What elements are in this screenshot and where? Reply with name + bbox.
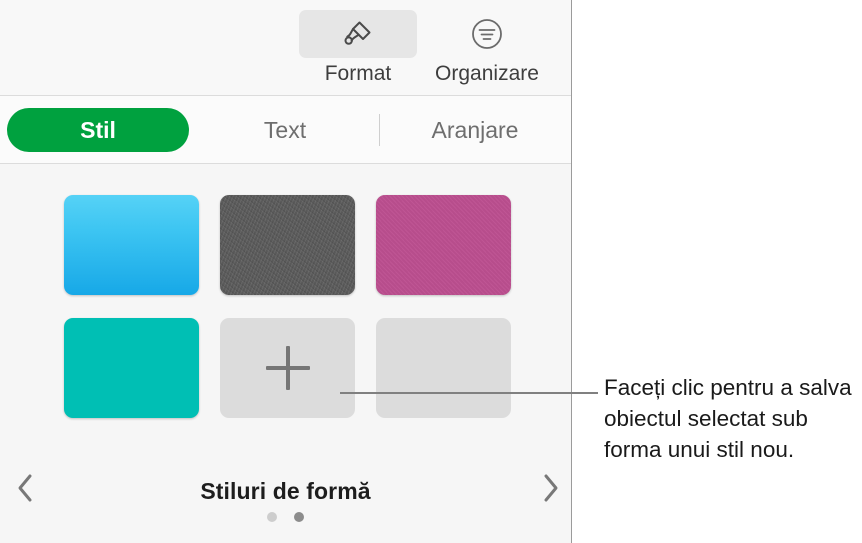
arrange-align-icon: [428, 10, 546, 58]
page-dot-2[interactable]: [294, 512, 304, 522]
shape-styles-section: Stiluri de formă: [0, 165, 571, 543]
tab-stil[interactable]: Stil: [7, 108, 189, 152]
tab-text[interactable]: Text: [196, 108, 374, 152]
callout-text: Faceți clic pentru a salva obiectul sele…: [604, 375, 852, 462]
shape-styles-grid: [64, 195, 512, 441]
page-dot-1[interactable]: [267, 512, 277, 522]
format-inspector-panel: Format Organizare Stil Text Aranjare Sti…: [0, 0, 572, 543]
style-swatch-teal[interactable]: [64, 318, 199, 418]
inspector-toolbar: Format Organizare: [0, 0, 571, 96]
add-style-button[interactable]: [220, 318, 355, 418]
plus-icon: [265, 346, 310, 390]
carousel-page-dots: [0, 512, 571, 522]
inspector-tab-bar: Stil Text Aranjare: [0, 96, 571, 164]
arrange-button-label: Organizare: [435, 62, 539, 85]
shape-styles-row: [64, 195, 512, 295]
style-swatch-gray[interactable]: [220, 195, 355, 295]
tab-divider: [379, 114, 380, 146]
style-swatch-pink[interactable]: [376, 195, 511, 295]
style-swatch-blue[interactable]: [64, 195, 199, 295]
arrange-button[interactable]: Organizare: [428, 10, 546, 92]
paintbrush-icon: [299, 10, 417, 58]
style-swatch-empty-slot[interactable]: [376, 318, 511, 418]
format-button[interactable]: Format: [299, 10, 417, 92]
shape-styles-caption: Stiluri de formă: [200, 478, 371, 504]
shape-styles-row: [64, 318, 512, 418]
tab-aranjare[interactable]: Aranjare: [385, 108, 565, 152]
format-button-label: Format: [324, 62, 392, 85]
callout-leader-line: [340, 392, 598, 394]
